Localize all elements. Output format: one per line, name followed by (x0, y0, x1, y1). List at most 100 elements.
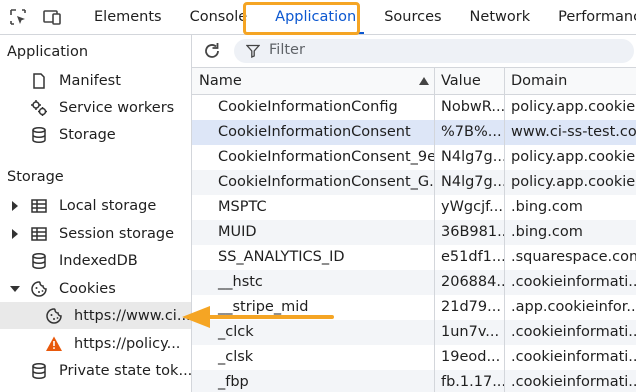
warning-icon (46, 336, 62, 351)
column-divider[interactable] (504, 68, 505, 392)
table-row[interactable]: __hstc 206884... .cookieinformati... (192, 270, 636, 295)
refresh-icon[interactable] (202, 41, 222, 61)
table-icon (31, 198, 47, 213)
document-icon (33, 72, 45, 89)
tab-network[interactable]: Network (456, 0, 545, 34)
table-row[interactable]: MSPTC yWgcjf... .bing.com (192, 195, 636, 220)
cookie-name-cell: CookieInformationConfig (218, 99, 398, 115)
table-row[interactable]: CookieInformationConsent_9e... N4lg7g... p… (192, 145, 636, 170)
sidebar-item-label: IndexedDB (59, 252, 138, 269)
cookies-table: Name Value Domain CookieInformationConfi… (192, 68, 636, 392)
inspect-element-icon[interactable] (8, 7, 28, 27)
table-row[interactable]: CookieInformationConfig NobwR... policy.ap… (192, 95, 636, 120)
cookie-domain-cell: www.ci-ss-test.co... (511, 124, 636, 140)
cookie-name-cell: CookieInformationConsent_9e... (218, 149, 434, 165)
cookie-name-cell: __hstc (218, 274, 263, 290)
cookie-value-cell: %7B%... (441, 124, 502, 140)
cookie-domain-cell: .bing.com (511, 199, 583, 215)
cookie-value-cell: fb.1.17... (441, 374, 504, 390)
table-row[interactable]: _clsk 19eod... .cookieinformati... (192, 345, 636, 370)
sidebar-item-label: Manifest (59, 72, 121, 89)
table-row[interactable]: _fbp fb.1.17... .cookieinformati... (192, 370, 636, 392)
cookie-domain-cell: .cookieinformati... (511, 324, 636, 340)
table-row[interactable]: MUID 36B981... .bing.com (192, 220, 636, 245)
cookie-domain-cell: policy.app.cookie... (511, 99, 636, 115)
column-header-value[interactable]: Value (434, 68, 504, 94)
cookie-domain-cell: policy.app.cookie... (511, 149, 636, 165)
sidebar-item-label: Service workers (59, 99, 175, 116)
cookies-toolbar: Filter (192, 35, 636, 68)
database-icon (32, 126, 46, 143)
device-toolbar-icon[interactable] (42, 7, 62, 27)
sidebar-item-manifest[interactable]: Manifest (0, 67, 191, 94)
cookie-value-cell: 206884... (441, 274, 504, 290)
table-header: Name Value Domain (192, 68, 636, 95)
cookie-domain-cell: .bing.com (511, 224, 583, 240)
filter-icon (246, 44, 260, 58)
sidebar-item-cookie-origin-policy[interactable]: https://policy... (0, 330, 191, 357)
devtools-tab-bar: Elements Console Application Sources Net… (0, 0, 636, 35)
sidebar-item-indexeddb[interactable]: IndexedDB (0, 247, 191, 274)
cookie-domain-cell: .cookieinformati... (511, 274, 636, 290)
cookie-value-cell: N4lg7g... (441, 174, 504, 190)
cookie-value-cell: yWgcjf... (441, 199, 504, 215)
cookie-name-cell: SS_ANALYTICS_ID (218, 249, 345, 265)
table-row[interactable]: CookieInformationConsent_G... N4lg7g... po… (192, 170, 636, 195)
table-row[interactable]: SS_ANALYTICS_ID e51df1... .squarespace.com (192, 245, 636, 270)
tab-sources[interactable]: Sources (370, 0, 455, 34)
sidebar-item-local-storage[interactable]: Local storage (0, 192, 191, 219)
tab-performance[interactable]: Performance (544, 0, 636, 34)
cookie-name-cell: _fbp (218, 374, 249, 390)
gears-icon (31, 99, 47, 116)
filter-placeholder: Filter (269, 42, 305, 58)
sidebar-item-private-state-tokens[interactable]: Private state tok... (0, 357, 191, 384)
sidebar-item-service-workers[interactable]: Service workers (0, 94, 191, 121)
table-row[interactable]: CookieInformationConsent %7B%... www.ci-ss… (192, 120, 636, 145)
cookie-value-cell: e51df1... (441, 249, 504, 265)
cookie-name-cell: MSPTC (218, 199, 267, 215)
sidebar-item-label: Session storage (59, 225, 175, 242)
cookie-name-cell: MUID (218, 224, 257, 240)
column-divider[interactable] (434, 68, 435, 392)
sort-ascending-icon[interactable] (419, 77, 429, 85)
sidebar-item-label: Private state tok... (59, 362, 192, 379)
cookie-name-cell: CookieInformationConsent_G... (218, 174, 434, 190)
database-icon (32, 252, 46, 269)
column-header-domain[interactable]: Domain (504, 68, 636, 94)
cookie-value-cell: 21d79... (441, 299, 501, 315)
sidebar-item-cookies[interactable]: Cookies (0, 275, 191, 302)
column-header-name[interactable]: Name (192, 68, 434, 94)
cookie-domain-cell: policy.app.cookie... (511, 174, 636, 190)
expand-arrow-icon[interactable] (11, 228, 19, 239)
sidebar-item-label: https://policy... (74, 335, 181, 352)
cookie-domain-cell: .app.cookieinfor... (511, 299, 636, 315)
application-sidebar: Application Manifest Service workers Sto… (0, 35, 192, 392)
cookie-value-cell: 1un7v... (441, 324, 500, 340)
expand-arrow-icon[interactable] (11, 200, 19, 211)
cookie-name-cell: _clsk (218, 349, 254, 365)
database-icon (32, 362, 46, 379)
filter-input[interactable]: Filter (234, 39, 634, 63)
sidebar-item-label: Local storage (59, 197, 157, 214)
sidebar-item-storage[interactable]: Storage (0, 121, 191, 148)
annotation-arrow-icon (182, 306, 334, 328)
storage-section-title: Storage (7, 169, 64, 185)
cookie-domain-cell: .cookieinformati... (511, 374, 636, 390)
tab-elements[interactable]: Elements (80, 0, 176, 34)
application-tab-highlight (243, 2, 360, 35)
sidebar-item-label: Storage (59, 126, 116, 143)
sidebar-item-cookie-origin-ci[interactable]: https://www.ci... (0, 302, 191, 329)
cookie-name-cell: CookieInformationConsent (218, 124, 411, 140)
cookie-value-cell: 36B981... (441, 224, 504, 240)
cookie-value-cell: 19eod... (441, 349, 501, 365)
collapse-arrow-icon[interactable] (10, 285, 20, 293)
application-section-title: Application (7, 44, 89, 60)
cookie-value-cell: NobwR... (441, 99, 504, 115)
table-icon (31, 226, 47, 241)
sidebar-item-session-storage[interactable]: Session storage (0, 220, 191, 247)
cookie-icon (46, 307, 62, 324)
cookie-domain-cell: .squarespace.com (511, 249, 636, 265)
cookie-value-cell: N4lg7g... (441, 149, 504, 165)
sidebar-item-label: https://www.ci... (74, 307, 191, 324)
cookie-domain-cell: .cookieinformati... (511, 349, 636, 365)
